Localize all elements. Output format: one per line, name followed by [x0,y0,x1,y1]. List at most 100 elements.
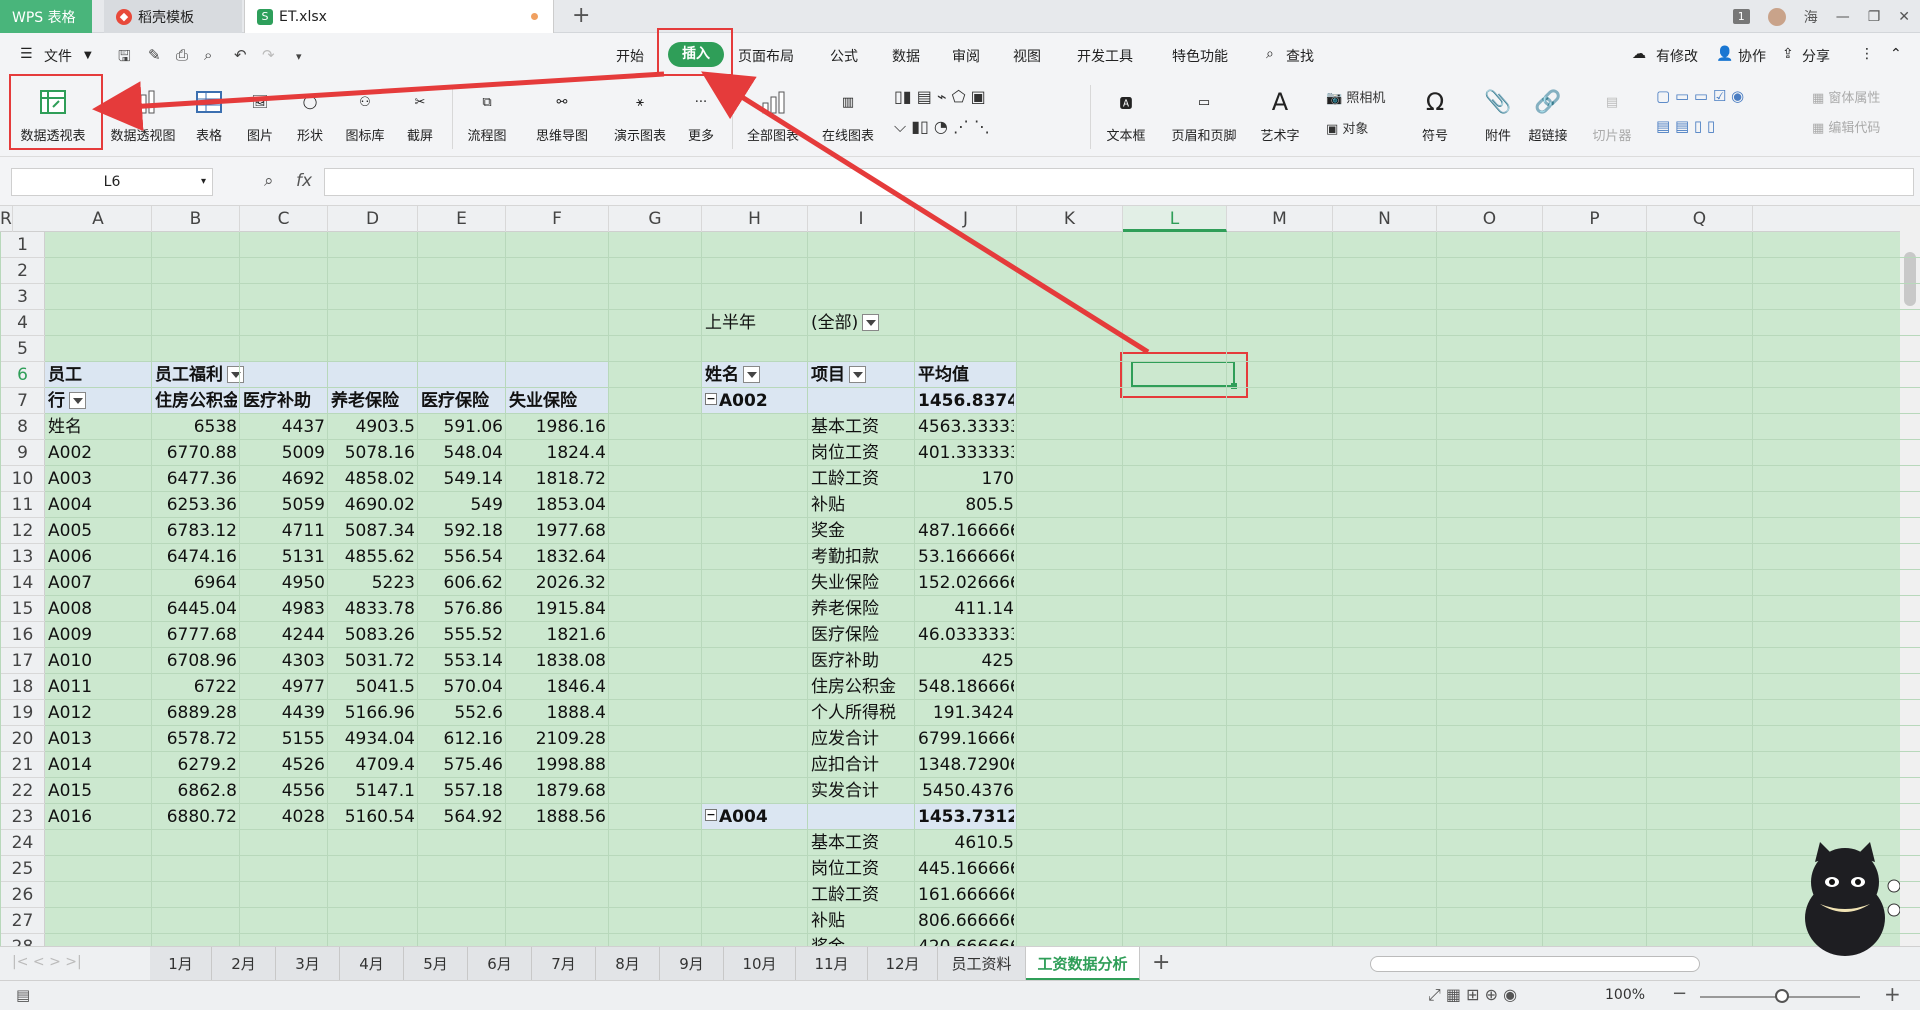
save-icon[interactable]: 🖫 [118,46,131,71]
macro-record-icon[interactable]: ▤ [16,986,30,1004]
textbox-button[interactable]: 🅰 文本框 [1096,81,1156,153]
row-header-7[interactable]: 7 [0,388,45,414]
pivot1-value[interactable]: 6783.12 [155,518,237,544]
sheet-tab[interactable]: 9月 [660,947,724,981]
pivot1-value[interactable]: 4556 [243,778,325,804]
window-count-badge[interactable]: 1 [1732,9,1750,24]
sheet-tab[interactable]: 8月 [596,947,660,981]
view-mode-icons[interactable]: ⤢ ▦ ⊞ ⊕ ◉ [1428,985,1517,1005]
wordart-button[interactable]: A 艺术字 [1250,81,1310,153]
pivot2-header-item[interactable]: 项目 [811,362,912,388]
pivot1-value[interactable]: 5083.26 [331,622,415,648]
pivot1-value[interactable]: 1824.4 [509,440,606,466]
pivot2-item-value[interactable]: 401.3333333 [918,440,1014,466]
sheet-tab[interactable]: 2月 [212,947,276,981]
minimize-icon[interactable]: — [1836,9,1850,25]
pivot2-item-value[interactable]: 420.6666667 [918,934,1014,946]
pivot1-value[interactable]: 4983 [243,596,325,622]
column-header-J[interactable]: J [915,206,1017,232]
pivot1-value[interactable]: 5131 [243,544,325,570]
collapse-ribbon-icon[interactable]: ⌃ [1890,46,1902,62]
column-header-M[interactable]: M [1227,206,1333,232]
sheet-tab[interactable]: 10月 [724,947,796,981]
pivot2-group-total[interactable]: 1453.731209 [918,804,1014,830]
row-header-9[interactable]: 9 [0,440,45,466]
pivot1-value[interactable]: 1998.88 [509,752,606,778]
sheet-tab[interactable]: 4月 [340,947,404,981]
menu-special-features[interactable]: 特色功能 [1172,46,1228,66]
pivot1-value[interactable]: 2026.32 [509,570,606,596]
pivot1-row-label[interactable]: A010 [48,648,149,674]
row-header-21[interactable]: 21 [0,752,45,778]
pivot2-item-value[interactable]: 806.6666667 [918,908,1014,934]
pivot1-value[interactable]: 5087.34 [331,518,415,544]
all-charts-button[interactable]: 全部图表 [738,81,808,153]
row-header-16[interactable]: 16 [0,622,45,648]
pivot2-item-label[interactable]: 应发合计 [811,726,912,752]
pivot1-value[interactable]: 6279.2 [155,752,237,778]
pivot1-value[interactable]: 4855.62 [331,544,415,570]
pivot1-value[interactable]: 1832.64 [509,544,606,570]
worksheet-grid[interactable]: ABCDEFGHIJKLMNOPQR 1 2 3 4 5 6 7 8 9 10 11 12 13 14 15… [0,206,1920,946]
pivot2-item-label[interactable]: 医疗补助 [811,648,912,674]
column-header-L[interactable]: L [1123,206,1227,232]
menu-view[interactable]: 视图 [1013,46,1041,66]
pivot2-item-label[interactable]: 养老保险 [811,596,912,622]
row-header-12[interactable]: 12 [0,518,45,544]
share-button[interactable]: 分享 [1802,46,1830,66]
column-header-P[interactable]: P [1543,206,1647,232]
pivot1-value[interactable]: 4244 [243,622,325,648]
pivot2-item-value[interactable]: 6799.166667 [918,726,1014,752]
pivot2-item-value[interactable]: 5450.4376 [918,778,1014,804]
column-header-H[interactable]: H [702,206,808,232]
redo-icon[interactable]: ↷ [262,46,275,64]
pivot1-row-label[interactable]: A006 [48,544,149,570]
search-icon[interactable]: ⌕ [1266,46,1274,62]
pivot1-value[interactable]: 5147.1 [331,778,415,804]
hamburger-menu-icon[interactable]: ☰ [20,46,33,62]
row-header-20[interactable]: 20 [0,726,45,752]
pivot1-value[interactable]: 6770.88 [155,440,237,466]
pivot2-item-label[interactable]: 应扣合计 [811,752,912,778]
sheet-tab[interactable]: 5月 [404,947,468,981]
pivot1-value[interactable]: 1888.56 [509,804,606,830]
pivot2-header-average[interactable]: 平均值 [918,362,1014,388]
pivot1-value[interactable]: 4526 [243,752,325,778]
menu-review[interactable]: 审阅 [952,46,980,66]
symbol-button[interactable]: Ω 符号 [1410,81,1460,153]
row-header-25[interactable]: 25 [0,856,45,882]
vertical-scroll-thumb[interactable] [1904,252,1916,306]
new-tab-button[interactable]: + [572,3,590,28]
header-footer-button[interactable]: ▭ 页眉和页脚 [1164,81,1244,153]
pivot2-item-value[interactable]: 4563.333333 [918,414,1014,440]
pivot1-value[interactable]: 5155 [243,726,325,752]
sheet-tab[interactable]: 3月 [276,947,340,981]
vertical-scrollbar[interactable] [1900,206,1920,946]
pivot1-value[interactable]: 1986.16 [509,414,606,440]
pivot1-value[interactable]: 1821.6 [509,622,606,648]
pivot1-value[interactable]: 4028 [243,804,325,830]
row-header-10[interactable]: 10 [0,466,45,492]
sheet-tab[interactable]: 员工资料 [938,947,1026,981]
restore-icon[interactable]: ❐ [1868,9,1881,25]
demo-chart-button[interactable]: ⚹ 演示图表 [604,81,676,153]
chevron-down-icon[interactable]: ▼ [84,50,92,61]
zoom-in-icon[interactable]: + [1884,982,1901,1006]
pivot1-value[interactable]: 6862.8 [155,778,237,804]
icon-library-button[interactable]: ⚇ 图标库 [336,81,394,153]
zoom-slider-knob[interactable] [1775,989,1789,1003]
pivot2-header-name[interactable]: 姓名 [705,362,805,388]
pivot1-value[interactable]: 5166.96 [331,700,415,726]
pivot1-column-header[interactable]: 失业保险 [509,388,606,414]
column-header-I[interactable]: I [808,206,915,232]
row-header-27[interactable]: 27 [0,908,45,934]
pivot1-value[interactable]: 556.54 [421,544,503,570]
row-header-2[interactable]: 2 [0,258,45,284]
pivot1-value[interactable]: 1838.08 [509,648,606,674]
pivot1-row-label[interactable]: A013 [48,726,149,752]
pivot1-value[interactable]: 557.18 [421,778,503,804]
attachment-button[interactable]: 📎 附件 [1474,81,1522,153]
pivot1-header-welfare[interactable]: 员工福利 [155,362,325,388]
pivot1-value[interactable]: 6477.36 [155,466,237,492]
sheet-tab[interactable]: 6月 [468,947,532,981]
